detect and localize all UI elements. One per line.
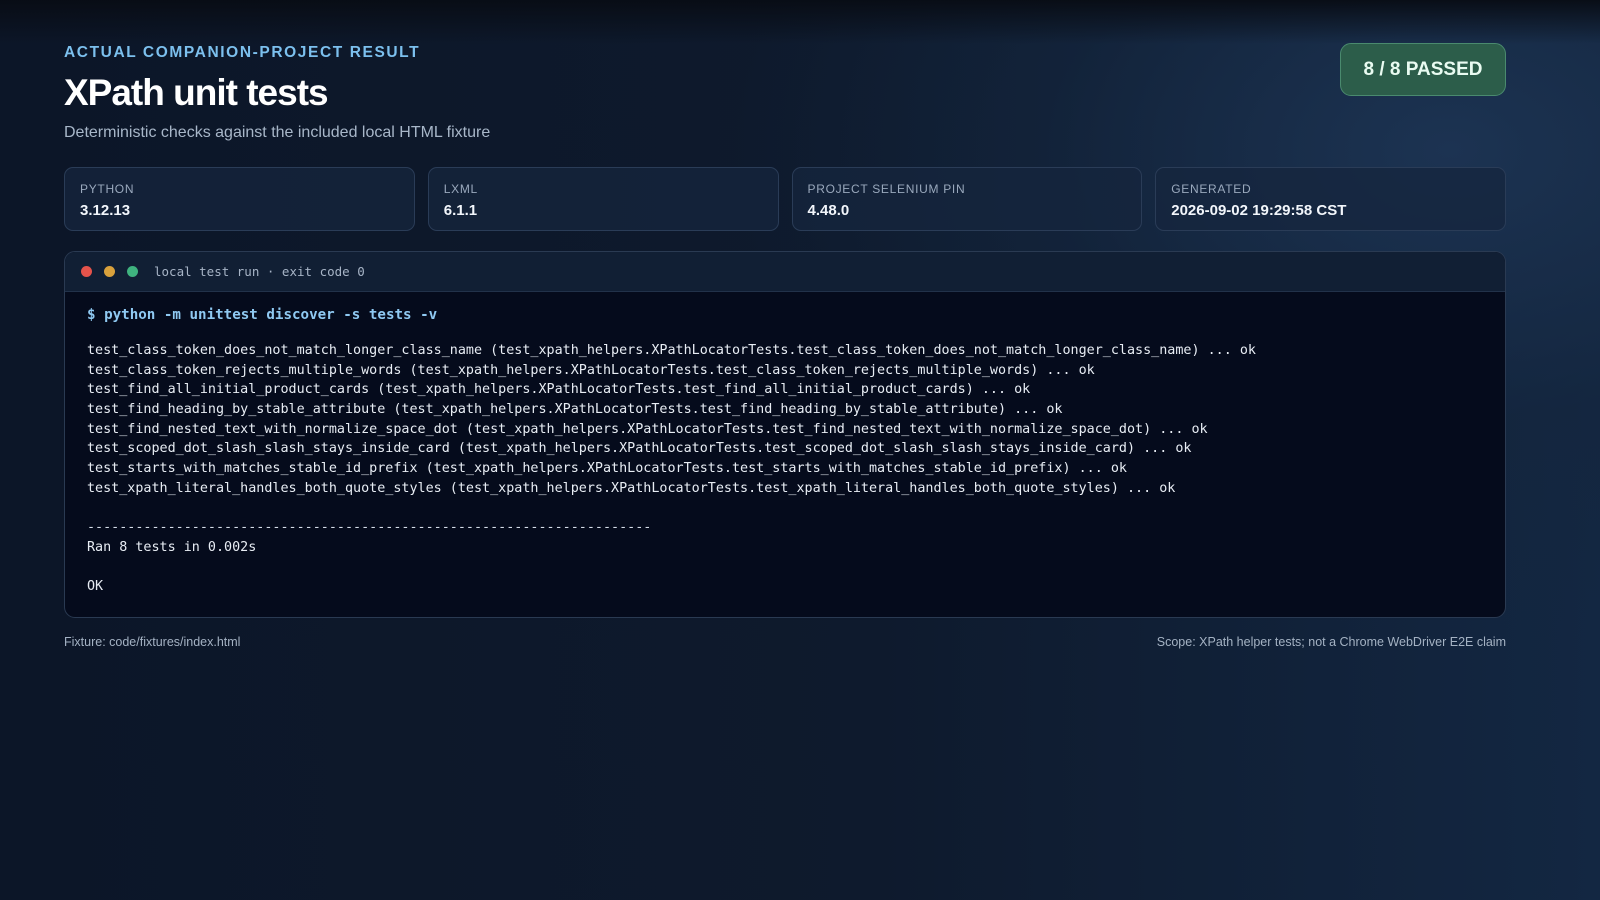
terminal-title: local test run · exit code 0: [154, 264, 365, 279]
scope-note: Scope: XPath helper tests; not a Chrome …: [1156, 635, 1506, 649]
terminal-command: $ python -m unittest discover -s tests -…: [87, 307, 438, 323]
terminal-window: local test run · exit code 0 $ python -m…: [64, 251, 1506, 618]
info-card-lxml: LXML 6.1.1: [427, 167, 779, 231]
terminal-title-bar: local test run · exit code 0: [65, 252, 1505, 292]
close-dot-icon: [81, 266, 92, 277]
info-card-value: 2026-09-02 19:29:58 CST: [1171, 202, 1347, 219]
info-card-python: PYTHON 3.12.13: [64, 167, 415, 231]
info-card-value: 4.48.0: [807, 202, 850, 219]
info-card-selenium-pin: PROJECT SELENIUM PIN 4.48.0: [791, 167, 1143, 231]
info-card-label: PYTHON: [80, 182, 135, 196]
test-result-line: test_class_token_does_not_match_longer_c…: [87, 343, 1256, 358]
info-card-label: PROJECT SELENIUM PIN: [807, 182, 966, 196]
test-result-line: test_find_nested_text_with_normalize_spa…: [87, 421, 1208, 437]
terminal-separator: ----------------------------------------…: [87, 520, 652, 536]
test-result-line: test_find_heading_by_stable_attribute (t…: [87, 402, 1063, 418]
test-result-line: test_starts_with_matches_stable_id_prefi…: [87, 461, 1127, 477]
page-title: XPath unit tests: [64, 72, 329, 113]
test-result-line: test_xpath_literal_handles_both_quote_st…: [87, 480, 1176, 496]
info-cards: PYTHON 3.12.13 LXML 6.1.1 PROJECT SELENI…: [64, 167, 1506, 231]
terminal-output: $ python -m unittest discover -s tests -…: [65, 292, 1505, 597]
test-result-line: test_find_all_initial_product_cards (tes…: [87, 382, 1031, 398]
fixture-note: Fixture: code/fixtures/index.html: [64, 635, 241, 649]
info-card-label: GENERATED: [1171, 182, 1252, 196]
info-card-label: LXML: [443, 182, 478, 196]
info-card-generated: GENERATED 2026-09-02 19:29:58 CST: [1155, 167, 1506, 231]
test-result-line: test_scoped_dot_slash_slash_stays_inside…: [87, 441, 1192, 457]
page: ACTUAL COMPANION-PROJECT RESULT XPath un…: [64, 0, 1506, 900]
info-card-value: 6.1.1: [443, 202, 478, 219]
maximize-dot-icon: [127, 266, 138, 277]
info-card-value: 3.12.13: [80, 202, 131, 219]
minimize-dot-icon: [104, 266, 115, 277]
test-summary: Ran 8 tests in 0.002s: [87, 539, 257, 555]
test-result-status: OK: [87, 579, 104, 595]
status-badge: 8 / 8 PASSED: [1340, 43, 1506, 96]
eyebrow-label: ACTUAL COMPANION-PROJECT RESULT: [64, 44, 421, 61]
test-result-line: test_class_token_rejects_multiple_words …: [87, 362, 1095, 378]
page-subtitle: Deterministic checks against the include…: [64, 124, 491, 141]
